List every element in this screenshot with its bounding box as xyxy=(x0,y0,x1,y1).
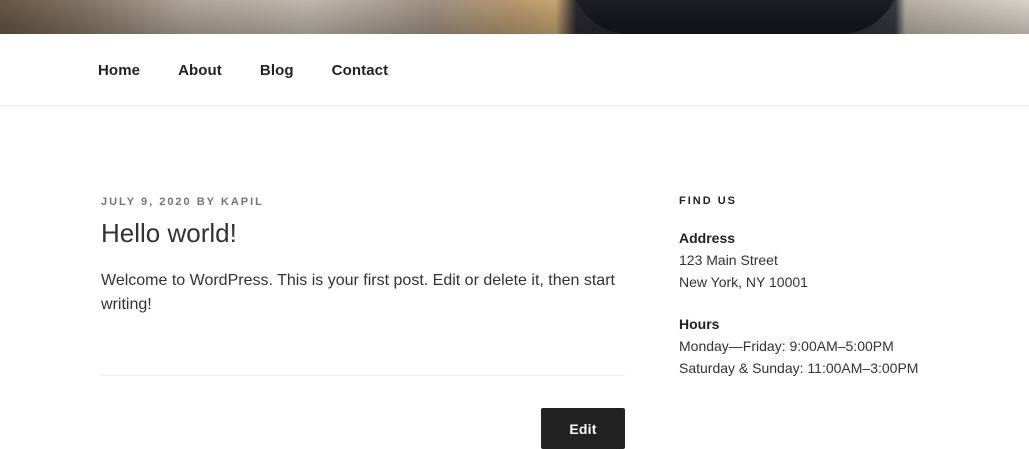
nav-item-blog[interactable]: Blog xyxy=(260,62,294,79)
post-meta: July 9, 2020 by Kapil xyxy=(101,195,625,209)
main-navigation: Home About Blog Contact xyxy=(0,34,1029,106)
sidebar-widget: Find Us Address 123 Main Street New York… xyxy=(679,194,979,379)
post-date[interactable]: July 9, 2020 xyxy=(101,196,192,208)
header-image xyxy=(0,0,1029,34)
post-separator xyxy=(100,375,625,376)
nav-item-about[interactable]: About xyxy=(178,62,222,79)
hours-line-1: Monday—Friday: 9:00AM–5:00PM xyxy=(679,338,894,354)
post-author[interactable]: Kapil xyxy=(221,196,264,208)
hours-block: Hours Monday—Friday: 9:00AM–5:00PM Satur… xyxy=(679,313,979,379)
address-block: Address 123 Main Street New York, NY 100… xyxy=(679,227,979,293)
nav-item-home[interactable]: Home xyxy=(98,62,140,79)
post-article: July 9, 2020 by Kapil Hello world! Welco… xyxy=(101,195,625,317)
nav-item-contact[interactable]: Contact xyxy=(332,62,389,79)
address-title: Address xyxy=(679,230,736,246)
post-title[interactable]: Hello world! xyxy=(101,217,625,249)
address-line-2: New York, NY 10001 xyxy=(679,274,808,290)
hours-title: Hours xyxy=(679,316,720,332)
header-image-shade xyxy=(0,0,1029,34)
nav-menu: Home About Blog Contact xyxy=(98,62,426,79)
post-by-label: by xyxy=(196,196,216,208)
edit-button[interactable]: Edit xyxy=(541,408,625,449)
address-line-1: 123 Main Street xyxy=(679,252,778,268)
post-content: Welcome to WordPress. This is your first… xyxy=(101,272,615,313)
hours-line-2: Saturday & Sunday: 11:00AM–3:00PM xyxy=(679,360,919,376)
widget-title: Find Us xyxy=(679,195,737,207)
